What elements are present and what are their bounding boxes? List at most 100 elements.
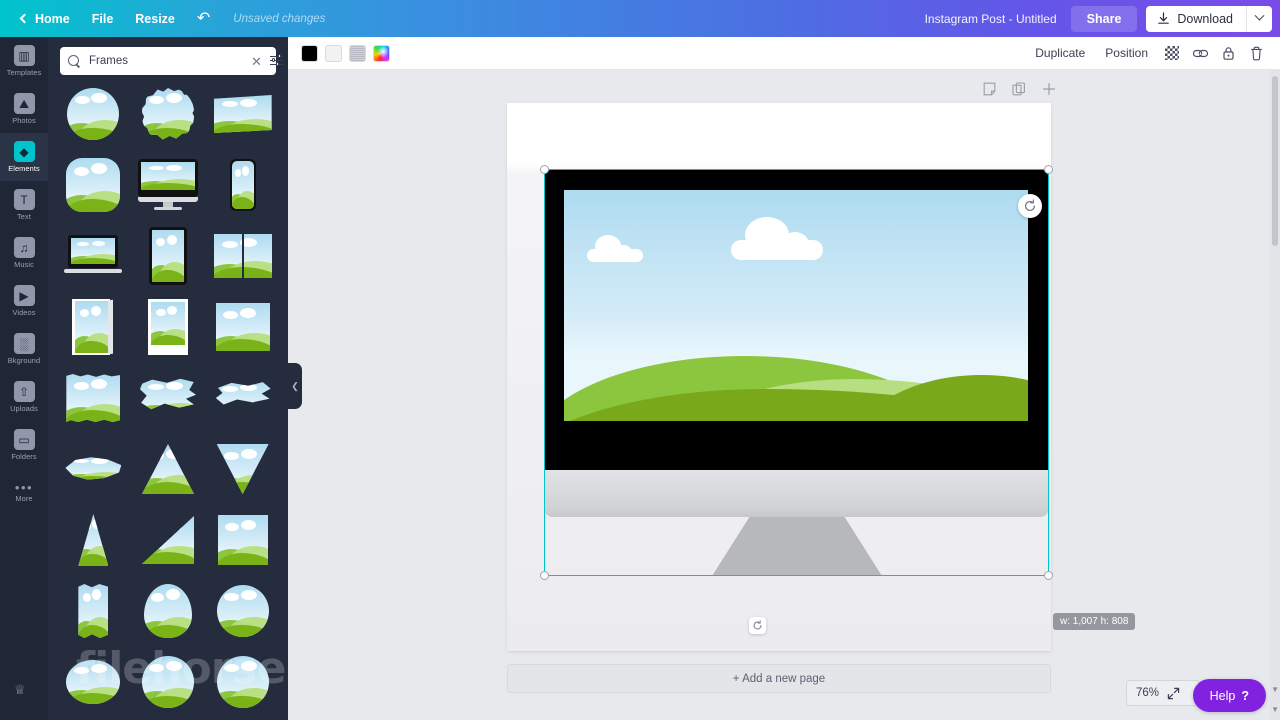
search-input[interactable]	[89, 55, 243, 67]
plain-rectangle-frame[interactable]	[209, 296, 276, 358]
monitor-frame-element[interactable]	[544, 169, 1049, 576]
notes-icon	[983, 82, 996, 96]
egg-oval-frame[interactable]	[135, 580, 202, 642]
sidebar-item-bkground[interactable]: ░ Bkground	[0, 325, 48, 373]
position-button[interactable]: Position	[1095, 41, 1158, 65]
sidebar-item-videos[interactable]: ▶ Videos	[0, 277, 48, 325]
circle-frame-4[interactable]	[209, 651, 276, 713]
sidebar-item-music[interactable]: ♫ Music	[0, 229, 48, 277]
share-button[interactable]: Share	[1070, 5, 1138, 32]
chevron-left-icon	[19, 13, 30, 24]
document-title[interactable]: Instagram Post - Untitled	[925, 12, 1057, 26]
polaroid-frame[interactable]	[135, 296, 202, 358]
triangle-up-frame[interactable]	[135, 438, 202, 500]
templates-icon: ▥	[13, 45, 35, 66]
toolbar-actions: Duplicate Position	[1025, 41, 1280, 65]
scroll-end-arrow-icon[interactable]: ▼	[1271, 705, 1279, 714]
undo-button[interactable]: ↶	[186, 0, 221, 37]
search-box[interactable]: ✕	[60, 47, 283, 75]
laptop-frame[interactable]	[60, 225, 127, 287]
circle-frame[interactable]	[60, 83, 127, 145]
page-tools	[512, 82, 1056, 96]
sidebar-item-elements[interactable]: ◆ Elements	[0, 133, 48, 181]
rounded-square-frame[interactable]	[60, 154, 127, 216]
download-button-label: Download	[1177, 11, 1233, 26]
link-button[interactable]	[1186, 41, 1214, 65]
question-mark-icon: ?	[1241, 688, 1249, 703]
paint-smear-frame[interactable]	[209, 367, 276, 429]
notes-button[interactable]	[983, 82, 996, 96]
resize-button[interactable]: Resize	[124, 0, 186, 37]
sidebar-item-label: Templates	[6, 68, 42, 77]
narrow-triangle-frame[interactable]	[60, 509, 127, 571]
header-right-group: Instagram Post - Untitled Share Download	[925, 0, 1280, 37]
torn-edge-frame[interactable]	[60, 367, 127, 429]
skewed-rectangle-frame[interactable]	[209, 83, 276, 145]
sidebar-item-text[interactable]: T Text	[0, 181, 48, 229]
color-swatch-group	[288, 44, 390, 62]
collapse-panel-button[interactable]: ❮	[288, 363, 302, 409]
color-swatch-hatched[interactable]	[349, 44, 366, 62]
right-triangle-frame[interactable]	[135, 509, 202, 571]
lock-button[interactable]	[1214, 41, 1242, 65]
sidebar-item-photos[interactable]: ⛰ Photos	[0, 85, 48, 133]
ellipse-frame[interactable]	[60, 651, 127, 713]
sidebar-item-label: Text	[17, 212, 31, 221]
help-button[interactable]: Help ?	[1192, 679, 1266, 712]
scalloped-circle-frame[interactable]	[135, 83, 202, 145]
delete-button[interactable]	[1242, 41, 1270, 65]
download-button[interactable]: Download	[1146, 6, 1246, 32]
expand-icon[interactable]	[1167, 687, 1180, 700]
bottom-rotate-handle[interactable]	[749, 617, 766, 634]
frames-results-grid	[48, 81, 288, 720]
save-status-text: Unsaved changes	[233, 12, 326, 25]
brush-stroke-frame[interactable]	[135, 367, 202, 429]
zoom-control[interactable]: 76%	[1126, 680, 1200, 706]
tablet-portrait-frame[interactable]	[135, 225, 202, 287]
resize-button-label: Resize	[135, 11, 175, 26]
link-icon	[1192, 49, 1208, 57]
sidebar-item-more[interactable]: ••• More	[0, 469, 48, 517]
home-button[interactable]: Home	[10, 0, 81, 37]
file-menu-label: File	[91, 11, 114, 26]
scrollbar-thumb[interactable]	[1272, 76, 1278, 246]
sidebar-item-label: Folders	[11, 452, 37, 461]
download-options-button[interactable]	[1246, 5, 1272, 32]
color-swatch-black[interactable]	[301, 44, 318, 62]
color-swatch-rainbow[interactable]	[373, 44, 390, 62]
circle-frame-3[interactable]	[135, 651, 202, 713]
desktop-monitor-frame[interactable]	[135, 154, 202, 216]
sidebar-item-label: Bkground	[7, 356, 41, 365]
canvas-workspace[interactable]: + Add a new page w: 1,007 h: 808 ▼ ▼	[288, 70, 1280, 720]
scroll-down-arrow-icon[interactable]: ▼	[1271, 685, 1279, 694]
add-page-button[interactable]	[1042, 82, 1056, 96]
circle-frame-2[interactable]	[209, 580, 276, 642]
duplicate-button[interactable]: Duplicate	[1025, 41, 1095, 65]
transparency-button[interactable]	[1158, 41, 1186, 65]
monitor-stand	[712, 517, 882, 576]
rotate-icon	[753, 620, 762, 630]
feather-stroke-frame[interactable]	[60, 438, 127, 500]
file-menu-button[interactable]: File	[81, 0, 125, 37]
split-rectangle-frame[interactable]	[209, 225, 276, 287]
duplicate-page-button[interactable]	[1012, 82, 1026, 96]
ripped-paper-frame[interactable]	[60, 580, 127, 642]
square-frame[interactable]	[209, 509, 276, 571]
book-cover-frame[interactable]	[60, 296, 127, 358]
duplicate-page-icon	[1012, 82, 1025, 96]
color-swatch-white[interactable]	[325, 44, 342, 62]
rotate-handle[interactable]	[1018, 194, 1042, 218]
sidebar-item-folders[interactable]: ▭ Folders	[0, 421, 48, 469]
sidebar-item-templates[interactable]: ▥ Templates	[0, 37, 48, 85]
add-new-page-button[interactable]: + Add a new page	[507, 664, 1051, 693]
design-page[interactable]	[507, 103, 1053, 651]
vertical-scrollbar[interactable]: ▼ ▼	[1270, 70, 1280, 720]
app-header: Home File Resize ↶ Unsaved changes Insta…	[0, 0, 1280, 37]
sidebar-item-uploads[interactable]: ⇧ Uploads	[0, 373, 48, 421]
filter-icon[interactable]	[269, 54, 283, 67]
text-icon: T	[13, 189, 35, 210]
sidebar-item-label: Uploads	[10, 404, 38, 413]
close-icon[interactable]: ✕	[251, 55, 262, 68]
phone-frame[interactable]	[209, 154, 276, 216]
triangle-down-frame[interactable]	[209, 438, 276, 500]
